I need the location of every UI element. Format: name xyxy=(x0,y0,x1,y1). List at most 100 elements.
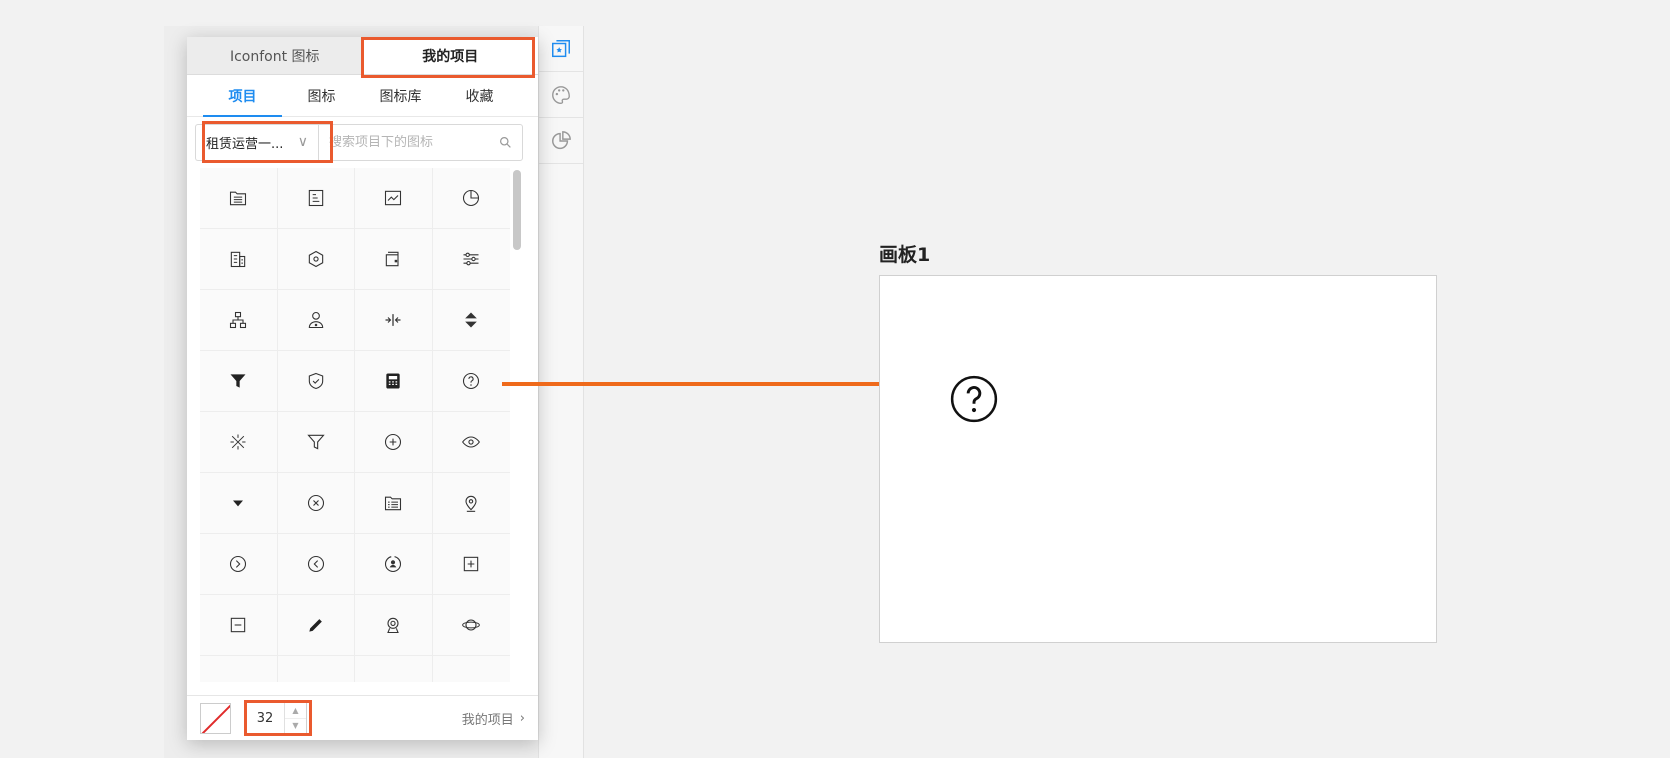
file-list-icon xyxy=(385,496,402,511)
icon-cell[interactable] xyxy=(277,229,355,290)
stepper-up-icon[interactable]: ▲ xyxy=(285,703,306,719)
subtab-favorites[interactable]: 收藏 xyxy=(440,75,519,116)
icon-cell[interactable] xyxy=(355,290,433,351)
building-grid-icon xyxy=(231,251,246,268)
chevron-right-circle-icon xyxy=(230,555,247,573)
scroll-thumb[interactable] xyxy=(513,170,521,250)
filter-solid-icon xyxy=(230,374,246,388)
icon-cell[interactable] xyxy=(432,534,510,595)
my-projects-link-label: 我的项目 xyxy=(461,712,514,728)
icon-cell[interactable] xyxy=(355,656,433,682)
project-select-value: 租赁运营一... xyxy=(206,136,284,152)
user-refresh-icon xyxy=(385,555,402,573)
right-tool-rail xyxy=(538,26,584,758)
calculator-icon xyxy=(386,373,400,389)
shield-check-icon xyxy=(308,372,323,390)
rail-button-icon-plugin[interactable] xyxy=(539,26,583,72)
icon-cell[interactable] xyxy=(432,168,510,229)
icon-cell[interactable] xyxy=(277,351,355,412)
search-box xyxy=(318,123,523,161)
location-pin-icon xyxy=(465,495,477,512)
icon-cell[interactable] xyxy=(355,473,433,534)
icon-cell[interactable] xyxy=(277,656,355,682)
chevron-right-icon: › xyxy=(519,710,525,726)
icon-cell[interactable] xyxy=(277,473,355,534)
question-circle-icon xyxy=(463,372,480,390)
sub-tabs: 项目 图标 图标库 收藏 xyxy=(187,75,538,117)
icon-grid-scrollbar[interactable] xyxy=(513,170,521,682)
icon-cell[interactable] xyxy=(277,290,355,351)
icon-cell[interactable] xyxy=(432,351,510,412)
hexagon-nut-icon xyxy=(308,250,323,268)
icon-cell[interactable] xyxy=(200,290,278,351)
subtab-icon-library[interactable]: 图标库 xyxy=(361,75,440,116)
icon-cell[interactable] xyxy=(200,168,278,229)
icon-cell[interactable] xyxy=(200,534,278,595)
camera-lens-icon xyxy=(387,617,400,634)
rail-button-palette[interactable] xyxy=(539,72,583,118)
caret-down-icon xyxy=(233,500,244,507)
project-select[interactable]: 租赁运营一... ∨ xyxy=(195,123,318,161)
icon-cell[interactable] xyxy=(432,229,510,290)
my-projects-link[interactable]: 我的项目 › xyxy=(462,709,525,728)
folder-list-icon xyxy=(230,191,247,206)
chevron-down-icon: ∨ xyxy=(297,134,308,150)
icon-cell[interactable] xyxy=(432,412,510,473)
icon-size-input[interactable] xyxy=(246,710,284,726)
pie-chart-icon xyxy=(552,130,571,149)
icon-cell[interactable] xyxy=(277,412,355,473)
icon-cell[interactable] xyxy=(355,412,433,473)
subtab-icons[interactable]: 图标 xyxy=(282,75,361,116)
icon-cell[interactable] xyxy=(355,534,433,595)
search-row: 租赁运营一... ∨ xyxy=(187,117,538,167)
icon-cell[interactable] xyxy=(277,595,355,656)
icon-cell[interactable] xyxy=(432,656,510,682)
top-tabs: Iconfont 图标 我的项目 xyxy=(187,37,538,75)
org-chart-icon xyxy=(230,311,247,329)
layers-star-icon xyxy=(552,39,570,57)
icon-cell[interactable] xyxy=(277,534,355,595)
icon-cell[interactable] xyxy=(200,229,278,290)
search-icon[interactable] xyxy=(499,136,512,149)
close-circle-icon xyxy=(307,494,324,512)
subtab-projects[interactable]: 项目 xyxy=(203,75,282,117)
sort-up-down-icon xyxy=(465,312,478,328)
panel-footer: ▲ ▼ 我的项目 › xyxy=(187,695,538,740)
icon-cell[interactable] xyxy=(355,168,433,229)
icon-cell[interactable] xyxy=(432,290,510,351)
filter-outline-icon xyxy=(307,434,325,450)
icon-cell[interactable] xyxy=(355,229,433,290)
icon-grid xyxy=(200,168,510,682)
minus-square-icon xyxy=(231,617,246,633)
iconfont-panel: Iconfont 图标 我的项目 项目 图标 图标库 收藏 租赁运营一... ∨ xyxy=(187,37,538,740)
icon-cell[interactable] xyxy=(200,412,278,473)
icon-cell[interactable] xyxy=(200,595,278,656)
split-horizontal-icon xyxy=(385,314,401,326)
icon-cell[interactable] xyxy=(355,351,433,412)
sparkle-cross-icon xyxy=(230,434,246,450)
plus-circle-icon xyxy=(385,433,402,451)
tab-my-projects[interactable]: 我的项目 xyxy=(362,37,538,74)
icon-cell[interactable] xyxy=(355,595,433,656)
stroke-color-swatch[interactable] xyxy=(200,702,231,734)
artboard[interactable] xyxy=(879,275,1437,643)
arrow-line xyxy=(502,382,887,386)
icon-cell[interactable] xyxy=(200,473,278,534)
icon-cell[interactable] xyxy=(432,473,510,534)
search-input[interactable] xyxy=(329,134,499,150)
pie-chart-icon xyxy=(463,189,480,207)
icon-size-stepper[interactable]: ▲ ▼ xyxy=(284,703,306,733)
document-lines-icon xyxy=(308,189,323,207)
icon-cell[interactable] xyxy=(200,351,278,412)
icon-cell[interactable] xyxy=(277,168,355,229)
question-circle-icon[interactable] xyxy=(949,374,999,424)
plus-square-icon xyxy=(464,556,479,572)
icon-cell[interactable] xyxy=(200,656,278,682)
stepper-down-icon[interactable]: ▼ xyxy=(285,719,306,734)
sliders-icon xyxy=(463,252,479,266)
pencil-icon xyxy=(309,619,322,632)
tab-iconfont-icons[interactable]: Iconfont 图标 xyxy=(187,37,363,74)
rail-button-chart[interactable] xyxy=(539,118,583,164)
line-chart-icon xyxy=(385,190,402,206)
icon-cell[interactable] xyxy=(432,595,510,656)
